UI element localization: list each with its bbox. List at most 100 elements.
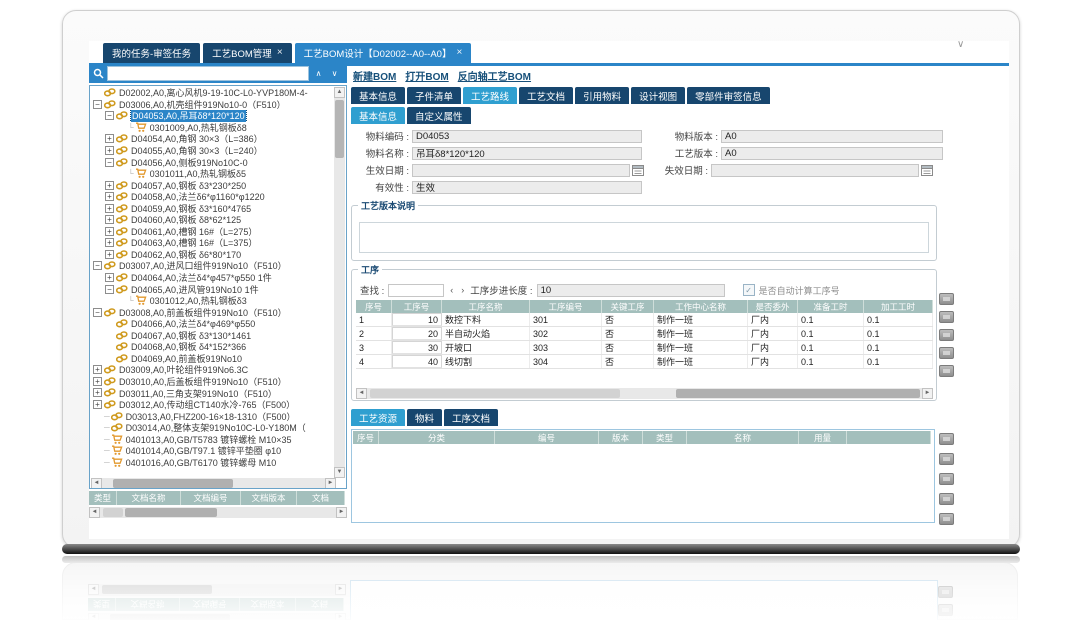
grid-tool-button-10[interactable] [939,513,954,525]
tree-item[interactable]: +D04059,A0,钢板 δ3*160*4765 [91,202,325,214]
main-tab[interactable]: 引用物料 [575,87,629,104]
tree-item[interactable]: −D03007,A0,进风口组件919No10（F510） [91,260,325,272]
grid-tool-button-2[interactable] [939,311,954,323]
tree-item[interactable]: −D03008,A0,前盖板组件919No10（F510） [91,306,325,318]
tree-item[interactable]: ─0401016,A0,GB/T6170 镀锌螺母 M10 [91,457,325,468]
close-icon[interactable]: × [277,48,283,58]
toolbar-link[interactable]: 反向轴工艺BOM [458,68,531,83]
process-row[interactable]: 330开坡口303否制作一班厂内0.10.1 [356,341,933,355]
tree-item[interactable]: −D03006,A0,机壳组件919No10-0（F510） [91,99,325,111]
tree-item[interactable]: └0301009,A0,热轧钢板δ8 [91,122,325,134]
resource-tab-active[interactable]: 工艺资源 [351,409,405,426]
sub-tab[interactable]: 自定义属性 [407,107,471,124]
scroll-down-icon[interactable]: ▼ [334,467,345,478]
tree-item[interactable]: +D04060,A0,钢板 δ8*62*125 [91,214,325,226]
main-tab[interactable]: 子件清单 [407,87,461,104]
resource-tab[interactable]: 工序文档 [444,409,498,426]
scroll-thumb[interactable] [335,100,344,158]
material-version-field[interactable] [721,130,943,143]
tree-item[interactable]: +D03012,A0,传动组CT140水冷-765（F500） [91,399,325,411]
tree-expand-toggle[interactable]: − [93,100,102,109]
tree-item[interactable]: D04068,A0,钢板 δ4*152*366 [91,341,325,353]
tree-item[interactable]: +D04058,A0,法兰δ6*φ1160*φ1220 [91,191,325,203]
effective-date-field[interactable] [412,164,630,177]
auto-calc-checkbox[interactable]: ✓ [743,284,755,296]
material-code-field[interactable] [412,130,642,143]
grid-tool-button-3[interactable] [939,329,954,341]
tree-item[interactable]: +D04061,A0,槽钢 16#（L=275） [91,226,325,238]
tree-expand-toggle[interactable]: + [105,192,114,201]
main-tab-active[interactable]: 工艺路线 [463,87,517,104]
window-tab[interactable]: 工艺BOM设计【D02002--A0--A0】× [295,43,472,63]
tree-item[interactable]: +D04055,A0,角钢 30×3（L=240） [91,145,325,157]
grid-tool-button-7[interactable] [939,453,954,465]
tree-item[interactable]: D02002,A0,离心风机9-19-10C-L0-YVP180M-4- [91,87,325,99]
tabbar-collapse-chevron[interactable]: ∨ [957,39,964,50]
tree-item[interactable]: +D04057,A0,钢板 δ3*230*250 [91,179,325,191]
tree-expand-toggle[interactable]: + [93,377,102,386]
tree-expand-toggle[interactable]: + [105,238,114,247]
main-tab[interactable]: 零部件审签信息 [687,87,770,104]
tree-item[interactable]: +D04064,A0,法兰δ4*φ457*φ550 1件 [91,272,325,284]
resource-tab[interactable]: 物料 [407,409,442,426]
scroll-left-icon[interactable]: ◄ [91,478,102,489]
scroll-left-icon[interactable]: ◄ [356,388,367,399]
sub-tab-active[interactable]: 基本信息 [351,107,405,124]
step-length-input[interactable] [537,284,725,297]
scroll-thumb[interactable] [125,508,217,517]
process-row[interactable]: 440线切割304否制作一班厂内0.10.1 [356,355,933,369]
tree-expand-toggle[interactable]: − [93,261,102,270]
tree-expand-toggle[interactable]: − [105,158,114,167]
tree-item[interactable]: +D03010,A0,后盖板组件919No10（F510） [91,376,325,388]
tree-item[interactable]: D04069,A0,前盖板919No10 [91,353,325,365]
tree-expand-toggle[interactable]: + [105,204,114,213]
search-next-icon[interactable]: ∨ [328,69,341,78]
process-row[interactable]: 110数控下料301否制作一班厂内0.10.1 [356,313,933,327]
tree-item[interactable]: ─D03014,A0,整体支架919No10C-L0-Y180M（ [91,422,325,434]
tree-item[interactable]: ─0401013,A0,GB/T5783 镀锌螺栓 M10×35 [91,433,325,445]
scroll-right-icon[interactable]: ► [336,507,347,518]
find-next-icon[interactable]: › [459,285,466,295]
tree-expand-toggle[interactable]: + [105,215,114,224]
tree-item[interactable]: D04066,A0,法兰δ4*φ469*φ550 [91,318,325,330]
grid-tool-button-1[interactable] [939,293,954,305]
tree-expand-toggle[interactable]: + [105,146,114,155]
tree-expand-toggle[interactable]: + [93,400,102,409]
tree-item[interactable]: −D04056,A0,侧板919No10C-0 [91,156,325,168]
grid-tool-button-6[interactable] [939,433,954,445]
scroll-thumb[interactable] [113,479,233,488]
tree-item[interactable]: −D04065,A0,进风管919No10 1件 [91,283,325,295]
document-horizontal-scrollbar[interactable]: ◄ ► [89,507,347,518]
calendar-icon[interactable] [632,164,644,176]
tree-search-input[interactable] [107,66,309,81]
toolbar-link[interactable]: 打开BOM [405,68,448,83]
scroll-up-icon[interactable]: ▲ [334,87,345,98]
search-prev-icon[interactable]: ∧ [312,69,325,78]
tree-expand-toggle[interactable]: − [105,111,114,120]
process-version-note-textarea[interactable] [359,222,929,253]
close-icon[interactable]: × [456,48,462,58]
tree-item[interactable]: ─0401014,A0,GB/T97.1 镀锌平垫圈 φ10 [91,445,325,457]
tree-item[interactable]: +D03011,A0,三角支架919No10（F510） [91,387,325,399]
find-input[interactable] [388,284,444,297]
tree-expand-toggle[interactable]: + [105,273,114,282]
find-prev-icon[interactable]: ‹ [448,285,455,295]
tree-horizontal-scrollbar[interactable]: ◄ ► [91,478,336,489]
tree-expand-toggle[interactable]: + [105,181,114,190]
tree-expand-toggle[interactable]: + [93,388,102,397]
main-tab[interactable]: 设计视图 [631,87,685,104]
tree-expand-toggle[interactable]: + [93,365,102,374]
tree-item[interactable]: └0301011,A0,热轧钢板δ5 [91,168,325,180]
scroll-left-icon[interactable]: ◄ [89,507,100,518]
main-tab[interactable]: 基本信息 [351,87,405,104]
calendar-icon[interactable] [921,164,933,176]
material-name-field[interactable] [412,147,642,160]
validity-field[interactable] [412,181,642,194]
tree-item[interactable]: +D04062,A0,钢板 δ6*80*170 [91,249,325,261]
window-tab[interactable]: 工艺BOM管理× [203,43,291,63]
grid-tool-button-4[interactable] [939,347,954,359]
tree-item[interactable]: D04067,A0,钢板 δ3*130*1461 [91,329,325,341]
tree-expand-toggle[interactable]: − [105,285,114,294]
main-tab[interactable]: 工艺文档 [519,87,573,104]
tree-item[interactable]: +D04063,A0,槽钢 16#（L=375） [91,237,325,249]
